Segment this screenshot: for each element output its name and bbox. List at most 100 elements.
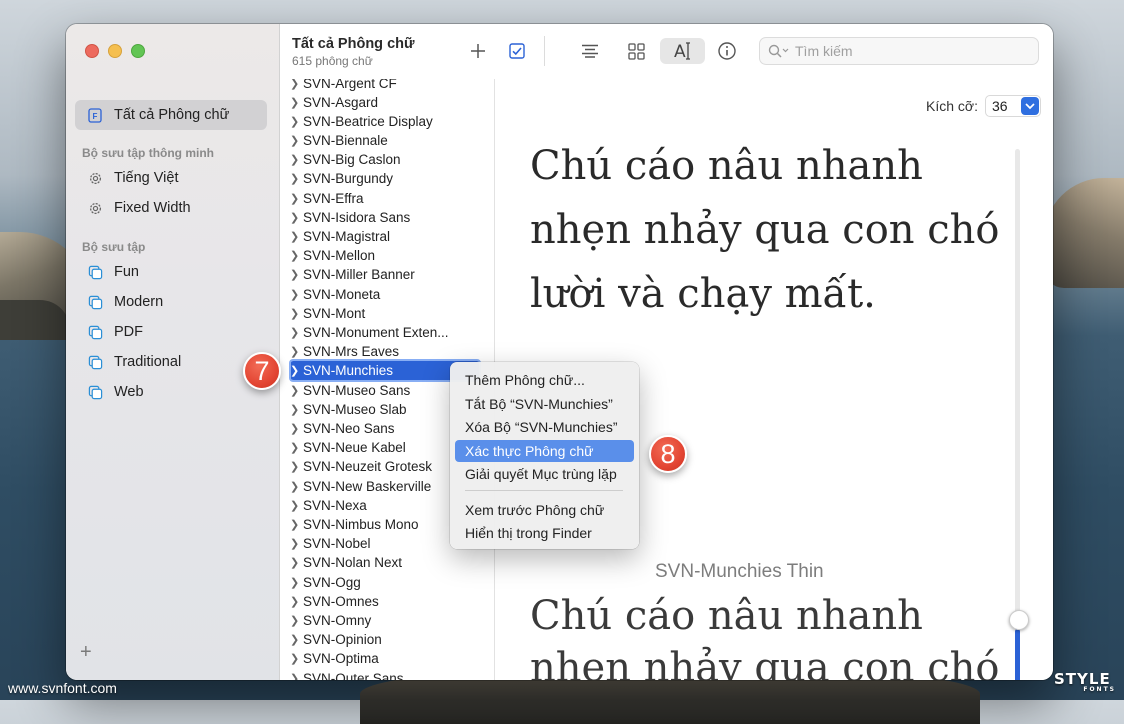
chevron-right-icon: ❯: [290, 461, 300, 473]
sidebar-item-label: Fun: [114, 264, 139, 280]
font-name: SVN-Miller Banner: [303, 267, 415, 282]
chevron-right-icon: ❯: [290, 269, 300, 281]
chevron-right-icon: ❯: [290, 173, 300, 185]
sidebar-item-pdf[interactable]: PDF: [75, 317, 267, 347]
font-row[interactable]: ❯ SVN-Monument Exten...: [290, 323, 484, 342]
chevron-right-icon: ❯: [290, 212, 300, 224]
menu-item-add-fonts[interactable]: Thêm Phông chữ...: [455, 369, 634, 391]
size-slider-track[interactable]: [1015, 149, 1020, 680]
font-row[interactable]: ❯ SVN-Nolan Next: [290, 553, 484, 572]
chevron-right-icon: ❯: [290, 596, 300, 608]
font-row[interactable]: ❯ SVN-Omny: [290, 611, 484, 630]
font-name: SVN-Museo Sans: [303, 383, 411, 398]
chevron-right-icon: ❯: [290, 327, 300, 339]
grid-view-button[interactable]: [621, 38, 651, 64]
size-label: Kích cỡ:: [926, 98, 978, 114]
font-row[interactable]: ❯ SVN-Ogg: [290, 573, 484, 592]
minimize-button[interactable]: [108, 44, 122, 58]
font-row[interactable]: ❯ SVN-Outer Sans: [290, 669, 484, 680]
font-row[interactable]: ❯ SVN-Opinion: [290, 630, 484, 649]
font-row[interactable]: ❯ SVN-Optima: [290, 649, 484, 668]
svg-text:A: A: [674, 42, 686, 60]
chevron-right-icon: ❯: [290, 154, 300, 166]
sample-view-button[interactable]: A: [660, 38, 705, 64]
chevron-right-icon: ❯: [290, 519, 300, 531]
chevron-right-icon: ❯: [290, 135, 300, 147]
menu-item-remove-family[interactable]: Xóa Bộ “SVN-Munchies”: [455, 416, 634, 438]
font-name: SVN-Omny: [303, 613, 372, 628]
font-row[interactable]: ❯ SVN-Mont: [290, 304, 484, 323]
menu-item-show-in-finder[interactable]: Hiển thị trong Finder: [455, 522, 634, 544]
menu-item-preview-font[interactable]: Xem trước Phông chữ: [455, 499, 634, 521]
font-row[interactable]: ❯ SVN-Beatrice Display: [290, 112, 484, 131]
chevron-right-icon: ❯: [290, 365, 300, 377]
enable-font-button[interactable]: [502, 38, 532, 64]
font-row[interactable]: ❯ SVN-Asgard: [290, 93, 484, 112]
font-name: SVN-Effra: [303, 191, 364, 206]
font-row[interactable]: ❯ SVN-Argent CF: [290, 79, 484, 93]
font-row[interactable]: ❯ SVN-Biennale: [290, 131, 484, 150]
font-row[interactable]: ❯ SVN-Miller Banner: [290, 265, 484, 284]
sidebar-item-tieng-viet[interactable]: Tiếng Việt: [75, 163, 267, 193]
font-row[interactable]: ❯ SVN-Moneta: [290, 285, 484, 304]
font-name: SVN-Isidora Sans: [303, 210, 411, 225]
menu-item-resolve-duplicates[interactable]: Giải quyết Mục trùng lặp: [455, 463, 634, 485]
brand-logo: STYLE FONTS: [1054, 670, 1118, 694]
search-field[interactable]: Tìm kiếm: [759, 37, 1039, 65]
chevron-right-icon: ❯: [290, 557, 300, 569]
font-row[interactable]: ❯ SVN-Big Caslon: [290, 150, 484, 169]
font-name: SVN-Ogg: [303, 575, 361, 590]
sidebar-item-all-fonts[interactable]: F Tất cả Phông chữ: [75, 100, 267, 130]
add-font-button[interactable]: [463, 38, 493, 64]
checkbox-icon: [509, 43, 525, 59]
font-name: SVN-Mont: [303, 306, 366, 321]
chevron-right-icon: ❯: [290, 116, 300, 128]
chevron-right-icon: ❯: [290, 423, 300, 435]
chevron-right-icon: ❯: [290, 97, 300, 109]
font-name: SVN-New Baskerville: [303, 479, 432, 494]
font-row[interactable]: ❯ SVN-Mellon: [290, 246, 484, 265]
chevron-down-icon[interactable]: [1021, 97, 1039, 115]
font-name: SVN-Moneta: [303, 287, 381, 302]
menu-item-disable-family[interactable]: Tắt Bộ “SVN-Munchies”: [455, 393, 634, 415]
font-row[interactable]: ❯ SVN-Omnes: [290, 592, 484, 611]
sidebar-item-modern[interactable]: Modern: [75, 287, 267, 317]
sidebar-item-label: Tiếng Việt: [114, 170, 179, 186]
sidebar-item-web[interactable]: Web: [75, 377, 267, 407]
chevron-right-icon: ❯: [290, 481, 300, 493]
zoom-button[interactable]: [131, 44, 145, 58]
sidebar-item-fun[interactable]: Fun: [75, 257, 267, 287]
info-button[interactable]: [712, 38, 742, 64]
sidebar-item-label: PDF: [114, 324, 143, 340]
chevron-right-icon: ❯: [290, 442, 300, 454]
font-name: SVN-Optima: [303, 651, 379, 666]
font-book-window: F Tất cả Phông chữ Bộ sưu tập thông minh…: [66, 24, 1053, 680]
preview-sample-line: nhẹn nhảy qua con chó: [530, 645, 1000, 680]
sidebar-item-fixed-width[interactable]: Fixed Width: [75, 193, 267, 223]
search-placeholder: Tìm kiếm: [795, 43, 853, 59]
sidebar-item-traditional[interactable]: Traditional: [75, 347, 267, 377]
size-select[interactable]: 36: [985, 95, 1041, 117]
chevron-right-icon: ❯: [290, 615, 300, 627]
size-slider-knob[interactable]: [1009, 610, 1029, 630]
desktop-rock-right: [1044, 178, 1124, 288]
info-view-button[interactable]: [575, 38, 605, 64]
close-button[interactable]: [85, 44, 99, 58]
font-name: SVN-Nexa: [303, 498, 367, 513]
font-name: SVN-Argent CF: [303, 79, 397, 91]
collection-icon: [87, 294, 103, 310]
font-count: 615 phông chữ: [292, 54, 373, 68]
plus-icon: [471, 44, 485, 58]
menu-item-validate-font[interactable]: Xác thực Phông chữ: [455, 440, 634, 462]
add-collection-button[interactable]: +: [80, 642, 92, 662]
font-row[interactable]: ❯ SVN-Burgundy: [290, 169, 484, 188]
font-name: SVN-Neo Sans: [303, 421, 395, 436]
font-row[interactable]: ❯ SVN-Isidora Sans: [290, 208, 484, 227]
font-name: SVN-Burgundy: [303, 171, 394, 186]
collection-icon: [87, 324, 103, 340]
font-name: SVN-Asgard: [303, 95, 379, 110]
font-row[interactable]: ❯ SVN-Effra: [290, 189, 484, 208]
grid-icon: [627, 42, 645, 60]
font-row[interactable]: ❯ SVN-Magistral: [290, 227, 484, 246]
font-name: SVN-Mrs Eaves: [303, 344, 400, 359]
